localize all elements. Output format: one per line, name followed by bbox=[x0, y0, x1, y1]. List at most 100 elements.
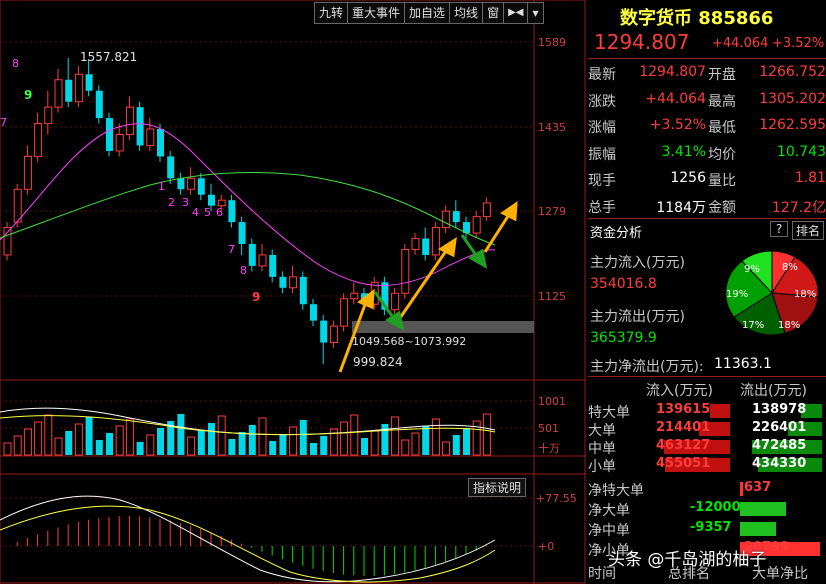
rank-button[interactable]: 排名 bbox=[792, 221, 825, 240]
tool-add-fav[interactable]: 加自选 bbox=[405, 3, 451, 23]
stock-name: 数字货币 bbox=[620, 8, 692, 29]
flow-in-value: 455051 bbox=[656, 456, 711, 471]
net-value: 637 bbox=[744, 480, 772, 495]
volume-bar bbox=[74, 423, 83, 456]
candle-body bbox=[54, 79, 63, 108]
volume-bar bbox=[361, 438, 368, 455]
volume-bar bbox=[370, 430, 379, 456]
candle-body bbox=[146, 128, 155, 146]
outflow-label: 主力流出(万元) bbox=[590, 309, 685, 325]
volume-bar bbox=[258, 417, 267, 456]
quote-value: 1256 bbox=[670, 170, 706, 186]
quote-value: 3.41% bbox=[661, 143, 706, 160]
flow-row-label: 小单 bbox=[588, 459, 616, 475]
candle-body bbox=[482, 202, 491, 218]
volume-bar bbox=[106, 433, 113, 455]
candle-body bbox=[115, 134, 124, 152]
candle-body bbox=[65, 79, 73, 102]
candle-body bbox=[23, 155, 32, 190]
candle-body bbox=[167, 156, 175, 179]
quote-value: 1262.595 bbox=[759, 117, 826, 133]
flow-in-value: 139615 bbox=[656, 402, 711, 417]
volume-bar bbox=[391, 416, 400, 456]
candle-body bbox=[422, 238, 430, 255]
candle-body bbox=[401, 248, 410, 294]
net-bar bbox=[740, 502, 786, 516]
volume-bar bbox=[157, 428, 164, 455]
pie-label: 17% bbox=[742, 320, 765, 331]
volume-bar bbox=[44, 414, 53, 456]
volume-bar bbox=[95, 440, 103, 455]
tool-events[interactable]: 重大事件 bbox=[348, 3, 406, 23]
pie-label: 8% bbox=[782, 262, 798, 273]
macd-axis-1: +77.55 bbox=[536, 492, 577, 505]
stock-code: 885866 bbox=[698, 8, 774, 29]
quote-value: 1305.202 bbox=[759, 90, 826, 107]
volume-bar bbox=[54, 437, 63, 456]
volume-bar bbox=[248, 425, 256, 455]
vol-axis-unit: 十万 bbox=[538, 442, 560, 455]
net-value: 11363.1 bbox=[714, 356, 772, 372]
volume-bar bbox=[3, 442, 12, 456]
volume-bar bbox=[238, 432, 246, 455]
quote-label: 涨跌 bbox=[588, 93, 616, 110]
price-axis-2: 1435 bbox=[538, 121, 566, 134]
volume-bar bbox=[65, 431, 73, 455]
candle-body bbox=[217, 199, 226, 207]
candle-body bbox=[208, 194, 215, 206]
chart-toolbar: 九转 重大事件 加自选 均线 窗 ▶◀ ▾ bbox=[314, 2, 544, 24]
tool-nine[interactable]: 九转 bbox=[315, 3, 349, 23]
quote-label: 现手 bbox=[588, 173, 616, 189]
quote-label: 金额 bbox=[708, 199, 736, 216]
tool-ma[interactable]: 均线 bbox=[450, 3, 484, 23]
volume-bar bbox=[23, 428, 32, 456]
quote-value: +44.064 bbox=[645, 90, 706, 107]
volume-bar bbox=[401, 439, 410, 456]
candle-body bbox=[44, 106, 53, 125]
candle-body bbox=[157, 129, 164, 157]
nine-mark: 9 bbox=[24, 88, 33, 102]
flow-row-label: 特大单 bbox=[588, 405, 630, 421]
macd-help-button[interactable]: 指标说明 bbox=[468, 478, 527, 497]
inflow-label: 主力流入(万元) bbox=[590, 255, 685, 271]
price-axis-1: 1589 bbox=[538, 36, 566, 49]
chevron-down-icon[interactable]: ▾ bbox=[528, 3, 543, 23]
price-change: +44.064 bbox=[712, 36, 769, 51]
volume-bar bbox=[85, 417, 93, 455]
volume-bar bbox=[299, 420, 307, 455]
quote-value: 1266.752 bbox=[759, 64, 826, 80]
volume-bar bbox=[442, 441, 451, 456]
quote-row: 最新 1294.807 开盘 1266.752 bbox=[588, 60, 826, 86]
nine-mark: 2 bbox=[168, 196, 175, 209]
volume-bar bbox=[350, 414, 359, 456]
candle-body bbox=[197, 178, 205, 195]
nine-mark: 3 bbox=[182, 196, 189, 209]
candle-body bbox=[442, 210, 451, 229]
volume-bar bbox=[13, 435, 22, 456]
tool-window[interactable]: 窗 bbox=[483, 3, 505, 23]
flow-in-header: 流入(万元) bbox=[646, 383, 713, 399]
quote-row: 总手 1184万 金额 127.2亿 bbox=[588, 193, 826, 219]
flow-out-header: 流出(万元) bbox=[740, 383, 807, 399]
help-button[interactable]: ? bbox=[770, 221, 789, 237]
net-bar bbox=[740, 522, 776, 536]
candle-body bbox=[279, 276, 287, 288]
quote-label: 均价 bbox=[708, 146, 736, 163]
candle-body bbox=[136, 107, 144, 146]
candle-body bbox=[350, 292, 359, 300]
quote-label: 振幅 bbox=[588, 146, 616, 163]
flow-in-value: 463127 bbox=[656, 438, 711, 453]
candle-body bbox=[299, 276, 307, 305]
nine-mark: 8 bbox=[240, 264, 247, 277]
divider bbox=[588, 218, 826, 219]
play-icon[interactable]: ▶◀ bbox=[504, 3, 529, 23]
volume-bar bbox=[289, 426, 298, 456]
volume-bar bbox=[217, 415, 226, 456]
candle-body bbox=[340, 298, 349, 327]
pie-label: 9% bbox=[744, 264, 760, 275]
capital-title: 资金分析 bbox=[590, 226, 643, 241]
flow-in-bar bbox=[710, 404, 730, 418]
quote-row: 涨幅 +3.52% 最低 1262.595 bbox=[588, 113, 826, 139]
divider bbox=[588, 58, 826, 59]
volume-bar bbox=[228, 439, 236, 455]
